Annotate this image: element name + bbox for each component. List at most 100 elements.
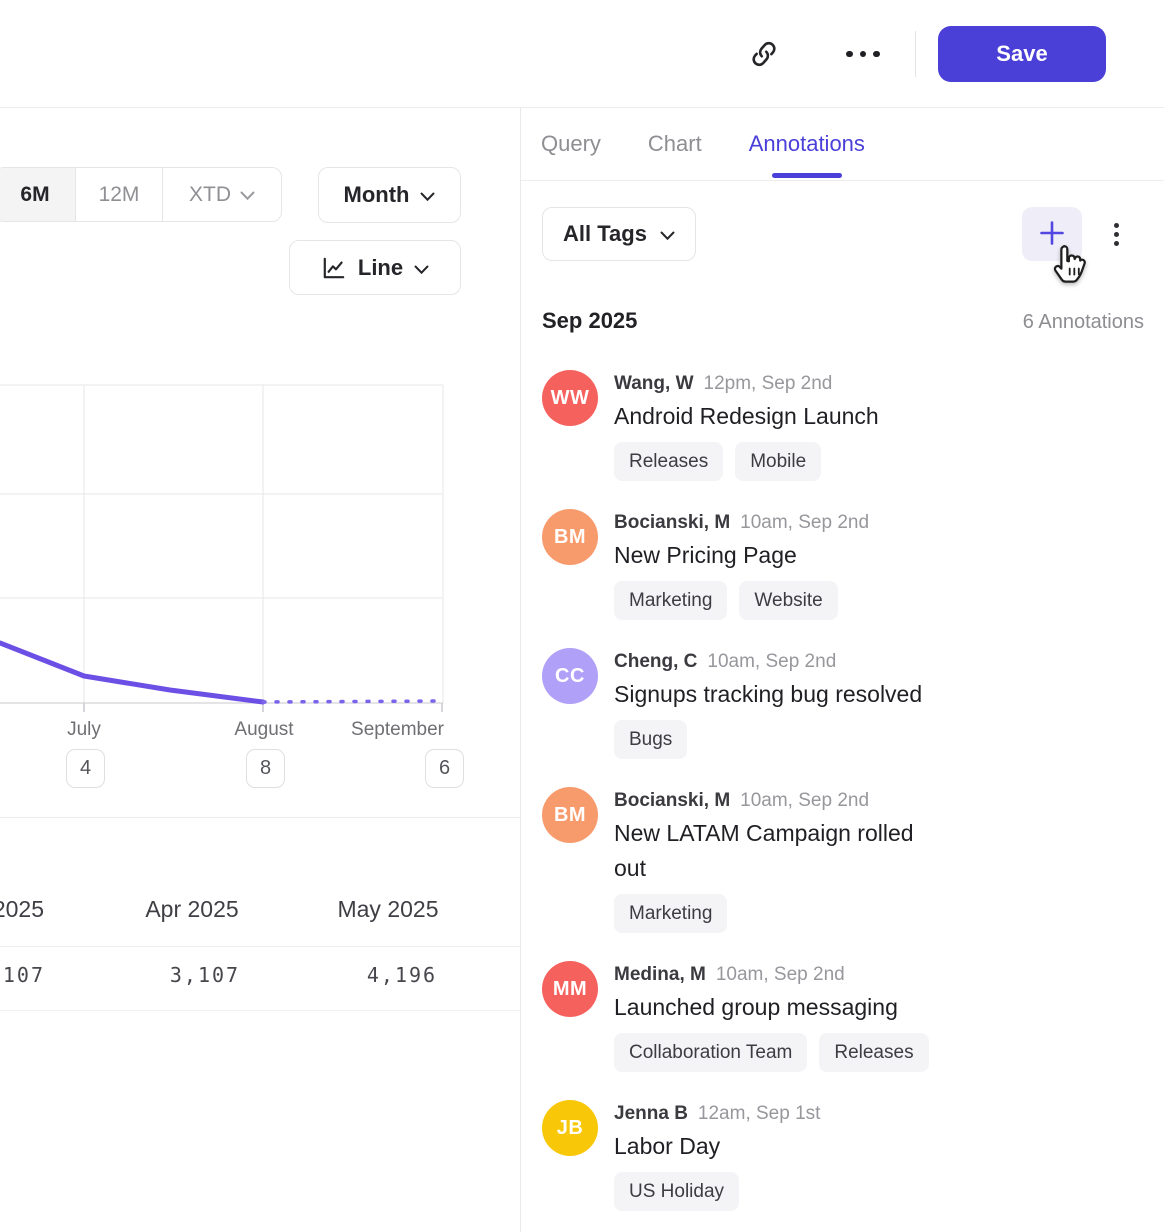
more-options-button[interactable] (841, 40, 885, 68)
granularity-dropdown[interactable]: Month (318, 167, 461, 223)
annotation-body: Bocianski, M 10am, Sep 2nd New LATAM Cam… (614, 787, 944, 933)
add-annotation-button[interactable] (1022, 207, 1082, 261)
chevron-down-icon (240, 183, 255, 207)
annotation-title: New LATAM Campaign rolled out (614, 816, 944, 886)
annotation-author: Bocianski, M (614, 510, 730, 536)
table-value-cell: 3,107 (105, 963, 305, 987)
tag-pill[interactable]: Marketing (614, 894, 727, 933)
annotation-tags: US Holiday (614, 1172, 820, 1211)
annotation-count-badge[interactable]: 4 (66, 749, 105, 788)
plus-icon (1038, 219, 1066, 250)
top-bar: Save (0, 0, 1164, 108)
range-xtd-dropdown[interactable]: XTD (162, 168, 281, 221)
annotations-toolbar: All Tags (521, 207, 1164, 261)
annotation-meta: Bocianski, M 10am, Sep 2nd (614, 788, 944, 814)
table-value-cell: 107 (0, 963, 45, 987)
annotation-body: Medina, M 10am, Sep 2nd Launched group m… (614, 961, 929, 1072)
line-chart-icon (321, 255, 347, 281)
annotation-timestamp: 12am, Sep 1st (698, 1101, 821, 1127)
ellipsis-icon (846, 51, 880, 58)
avatar: MM (542, 961, 598, 1017)
x-axis-label: September (350, 719, 444, 741)
tag-pill[interactable]: Releases (819, 1033, 928, 1072)
annotation-title: Labor Day (614, 1129, 820, 1164)
annotation-title: Android Redesign Launch (614, 399, 879, 434)
avatar: WW (542, 370, 598, 426)
tab-chart[interactable]: Chart (648, 108, 702, 180)
chart-type-dropdown[interactable]: Line (289, 240, 461, 295)
tag-pill[interactable]: US Holiday (614, 1172, 739, 1211)
annotation-body: Bocianski, M 10am, Sep 2nd New Pricing P… (614, 509, 869, 620)
annotation-tags: Collaboration Team Releases (614, 1033, 929, 1072)
header-divider (915, 31, 916, 77)
annotation-tags: Releases Mobile (614, 442, 879, 481)
annotation-author: Wang, W (614, 371, 694, 397)
annotation-timestamp: 10am, Sep 2nd (716, 962, 845, 988)
annotation-tags: Bugs (614, 720, 922, 759)
annotation-title: Signups tracking bug resolved (614, 677, 922, 712)
chevron-down-icon (414, 255, 429, 281)
annotation-meta: Jenna B 12am, Sep 1st (614, 1101, 820, 1127)
avatar: BM (542, 787, 598, 843)
annotation-list-item[interactable]: WW Wang, W 12pm, Sep 2nd Android Redesig… (542, 370, 1164, 481)
annotation-author: Jenna B (614, 1101, 688, 1127)
annotation-timestamp: 10am, Sep 2nd (740, 788, 869, 814)
tag-pill[interactable]: Marketing (614, 581, 727, 620)
toolbar-actions (1022, 207, 1123, 261)
annotation-timestamp: 10am, Sep 2nd (740, 510, 869, 536)
table-column-header: 2025 (0, 896, 44, 923)
annotation-list-item[interactable]: CC Cheng, C 10am, Sep 2nd Signups tracki… (542, 648, 1164, 759)
annotation-tags: Marketing Website (614, 581, 869, 620)
table-value-cell: 4,196 (302, 963, 502, 987)
annotation-count-badge[interactable]: 6 (425, 749, 464, 788)
annotations-section-header: Sep 2025 6 Annotations (521, 308, 1164, 334)
annotation-meta: Cheng, C 10am, Sep 2nd (614, 649, 922, 675)
annotation-body: Jenna B 12am, Sep 1st Labor Day US Holid… (614, 1100, 820, 1211)
x-axis-label: August (222, 719, 306, 741)
annotation-title: Launched group messaging (614, 990, 929, 1025)
annotation-list-item[interactable]: BM Bocianski, M 10am, Sep 2nd New LATAM … (542, 787, 1164, 933)
tag-pill[interactable]: Collaboration Team (614, 1033, 807, 1072)
annotation-meta: Medina, M 10am, Sep 2nd (614, 962, 929, 988)
annotation-list-item[interactable]: BM Bocianski, M 10am, Sep 2nd New Pricin… (542, 509, 1164, 620)
range-12m-button[interactable]: 12M (75, 168, 162, 221)
annotation-list-item[interactable]: JB Jenna B 12am, Sep 1st Labor Day US Ho… (542, 1100, 1164, 1211)
tag-pill[interactable]: Bugs (614, 720, 687, 759)
annotation-author: Medina, M (614, 962, 706, 988)
table-border (0, 1010, 520, 1011)
chevron-down-icon (660, 221, 675, 247)
date-range-segmented-control: 6M 12M XTD (0, 167, 282, 222)
table-border (0, 946, 520, 947)
annotation-list: WW Wang, W 12pm, Sep 2nd Android Redesig… (521, 370, 1164, 1232)
annotations-menu-button[interactable] (1109, 207, 1123, 261)
annotation-list-item[interactable]: MM Medina, M 10am, Sep 2nd Launched grou… (542, 961, 1164, 1072)
chevron-down-icon (420, 182, 435, 208)
save-button[interactable]: Save (938, 26, 1106, 82)
range-6m-button[interactable]: 6M (0, 168, 75, 221)
tab-query[interactable]: Query (541, 108, 601, 180)
avatar: JB (542, 1100, 598, 1156)
annotation-meta: Wang, W 12pm, Sep 2nd (614, 371, 879, 397)
table-border (0, 817, 520, 818)
avatar: BM (542, 509, 598, 565)
chart-panel: 6M 12M XTD Month Line July August Septem… (0, 108, 521, 1232)
annotation-timestamp: 12pm, Sep 2nd (704, 371, 833, 397)
annotation-body: Wang, W 12pm, Sep 2nd Android Redesign L… (614, 370, 879, 481)
annotation-author: Bocianski, M (614, 788, 730, 814)
tag-filter-dropdown[interactable]: All Tags (542, 207, 696, 261)
annotation-count-badge[interactable]: 8 (246, 749, 285, 788)
x-axis-label: July (50, 719, 118, 741)
annotation-meta: Bocianski, M 10am, Sep 2nd (614, 510, 869, 536)
line-chart-plot (0, 384, 444, 714)
annotation-title: New Pricing Page (614, 538, 869, 573)
month-group-title: Sep 2025 (542, 308, 637, 334)
tab-annotations[interactable]: Annotations (749, 108, 865, 180)
table-column-header: Apr 2025 (92, 896, 292, 923)
annotation-count-label: 6 Annotations (1023, 311, 1144, 334)
tag-pill[interactable]: Website (739, 581, 837, 620)
annotation-author: Cheng, C (614, 649, 697, 675)
share-link-button[interactable] (744, 36, 784, 74)
tag-pill[interactable]: Mobile (735, 442, 821, 481)
tag-pill[interactable]: Releases (614, 442, 723, 481)
table-column-header: May 2025 (288, 896, 488, 923)
